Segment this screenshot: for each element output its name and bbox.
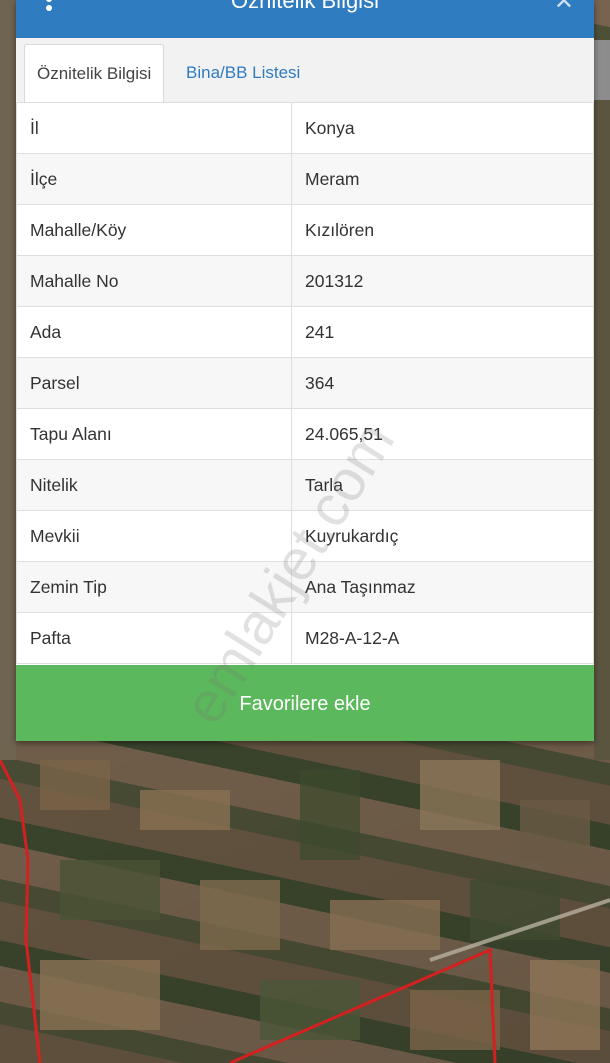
row-key: Mahalle/Köy [16, 204, 292, 256]
dialog-title: Öznitelik Bilgisi [231, 0, 379, 13]
add-to-favorites-button[interactable]: Favorilere ekle [16, 665, 594, 741]
map-control-edge [594, 40, 610, 100]
attribute-table: İl Konya İlçe Meram Mahalle/Köy Kızılöre… [16, 102, 594, 664]
row-value: M28-A-12-A [291, 612, 594, 664]
row-value: Kuyrukardıç [291, 510, 594, 562]
row-value: 201312 [291, 255, 594, 307]
attribute-dialog: Öznitelik Bilgisi ✕ Öznitelik Bilgisi Bi… [16, 0, 594, 741]
table-row: Mevkii Kuyrukardıç [16, 510, 594, 562]
row-key: Zemin Tip [16, 561, 292, 613]
close-icon[interactable]: ✕ [554, 0, 574, 14]
table-row: İl Konya [16, 102, 594, 154]
row-value: Tarla [291, 459, 594, 511]
tab-building-list[interactable]: Bina/BB Listesi [172, 44, 314, 101]
row-key: Ada [16, 306, 292, 358]
row-value: 24.065,51 [291, 408, 594, 460]
row-value: Ana Taşınmaz [291, 561, 594, 613]
row-key: İlçe [16, 153, 292, 205]
row-key: Nitelik [16, 459, 292, 511]
tab-bar: Öznitelik Bilgisi Bina/BB Listesi [16, 38, 594, 103]
row-value: 364 [291, 357, 594, 409]
table-row: Nitelik Tarla [16, 459, 594, 511]
table-row: Pafta M28-A-12-A [16, 612, 594, 664]
row-key: Mevkii [16, 510, 292, 562]
row-key: Parsel [16, 357, 292, 409]
table-row: Tapu Alanı 24.065,51 [16, 408, 594, 460]
row-key: Tapu Alanı [16, 408, 292, 460]
table-row: Parsel 364 [16, 357, 594, 409]
row-key: İl [16, 102, 292, 154]
row-value: Meram [291, 153, 594, 205]
dialog-title-bar: Öznitelik Bilgisi ✕ [16, 0, 594, 38]
row-value: Konya [291, 102, 594, 154]
row-value: 241 [291, 306, 594, 358]
row-value: Kızılören [291, 204, 594, 256]
table-row: Ada 241 [16, 306, 594, 358]
tab-attribute-info[interactable]: Öznitelik Bilgisi [24, 44, 165, 103]
row-key: Pafta [16, 612, 292, 664]
table-row: Mahalle/Köy Kızılören [16, 204, 594, 256]
table-row: İlçe Meram [16, 153, 594, 205]
table-row: Mahalle No 201312 [16, 255, 594, 307]
table-row: Zemin Tip Ana Taşınmaz [16, 561, 594, 613]
row-key: Mahalle No [16, 255, 292, 307]
